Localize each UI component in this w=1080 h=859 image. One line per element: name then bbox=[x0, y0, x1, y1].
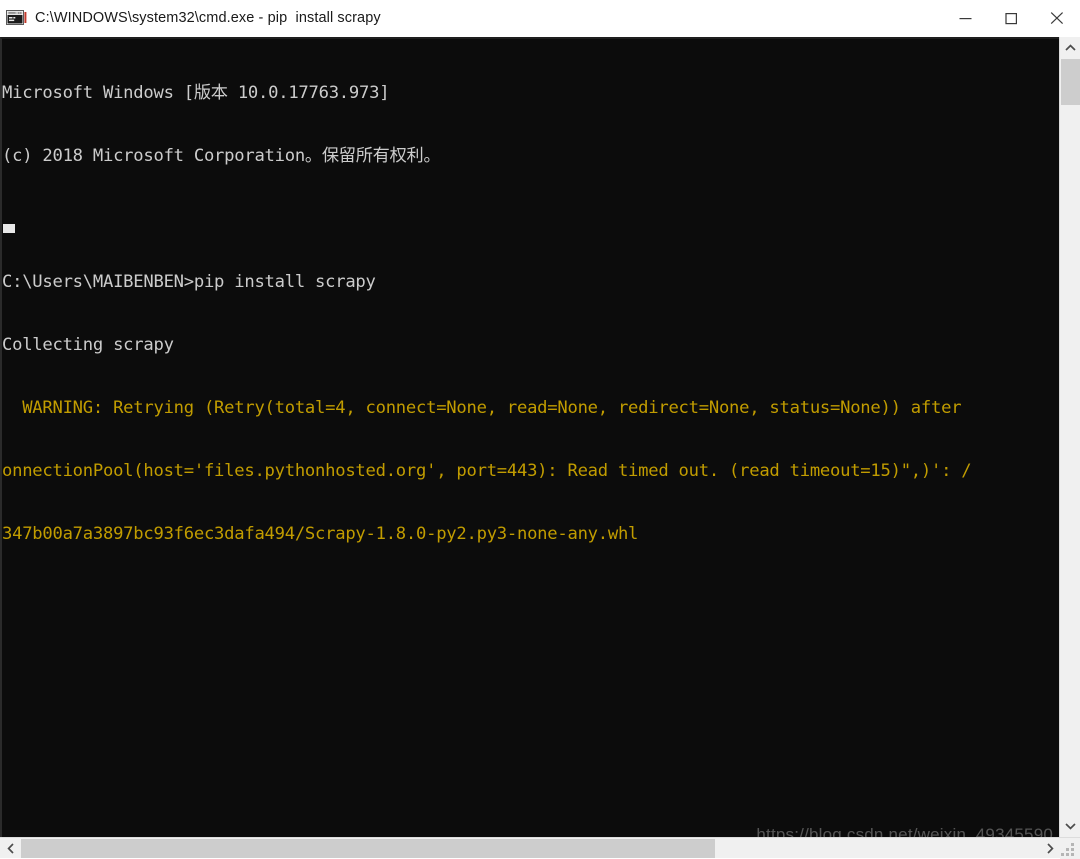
chevron-up-icon bbox=[1064, 44, 1076, 51]
chevron-down-icon bbox=[1064, 823, 1076, 830]
console-surface[interactable]: Microsoft Windows [版本 10.0.17763.973] (c… bbox=[0, 37, 1059, 837]
vertical-scroll-track[interactable] bbox=[1060, 59, 1080, 815]
console-line: Collecting scrapy bbox=[2, 335, 174, 355]
close-icon bbox=[1050, 12, 1063, 25]
horizontal-scrollbar[interactable] bbox=[0, 837, 1080, 859]
console-line: (c) 2018 Microsoft Corporation。保留所有权利。 bbox=[2, 146, 441, 166]
chevron-left-icon bbox=[6, 842, 14, 854]
console-line-warning: onnectionPool(host='files.pythonhosted.o… bbox=[2, 461, 972, 481]
maximize-icon bbox=[1004, 12, 1017, 24]
cmd-window: C:\WINDOWS\system32\cmd.exe - pip instal… bbox=[0, 0, 1080, 859]
vertical-scroll-thumb[interactable] bbox=[1061, 59, 1080, 105]
titlebar[interactable]: C:\WINDOWS\system32\cmd.exe - pip instal… bbox=[0, 0, 1080, 37]
scroll-down-button[interactable] bbox=[1060, 815, 1080, 837]
console-output: Microsoft Windows [版本 10.0.17763.973] (c… bbox=[2, 41, 1059, 837]
minimize-button[interactable] bbox=[942, 0, 988, 36]
chevron-right-icon bbox=[1046, 842, 1054, 854]
scroll-up-button[interactable] bbox=[1060, 37, 1080, 59]
console-line-warning: 347b00a7a3897bc93f6ec3dafa494/Scrapy-1.8… bbox=[2, 524, 639, 544]
cmd-console-icon bbox=[6, 10, 27, 25]
close-button[interactable] bbox=[1034, 0, 1080, 36]
window-title: C:\WINDOWS\system32\cmd.exe - pip instal… bbox=[35, 10, 381, 26]
text-cursor bbox=[3, 224, 15, 233]
vertical-scrollbar[interactable] bbox=[1059, 37, 1080, 837]
maximize-button[interactable] bbox=[988, 0, 1034, 36]
console-line: Microsoft Windows [版本 10.0.17763.973] bbox=[2, 83, 390, 103]
console-line-warning: WARNING: Retrying (Retry(total=4, connec… bbox=[2, 398, 962, 418]
resize-grip[interactable] bbox=[1060, 838, 1080, 859]
scroll-right-button[interactable] bbox=[1039, 838, 1060, 858]
window-controls bbox=[942, 0, 1080, 36]
horizontal-scroll-thumb[interactable] bbox=[21, 839, 715, 858]
minimize-icon bbox=[959, 17, 971, 19]
scroll-left-button[interactable] bbox=[0, 838, 21, 858]
window-body: Microsoft Windows [版本 10.0.17763.973] (c… bbox=[0, 37, 1080, 837]
console-line-command: C:\Users\MAIBENBEN>pip install scrapy bbox=[2, 272, 376, 292]
